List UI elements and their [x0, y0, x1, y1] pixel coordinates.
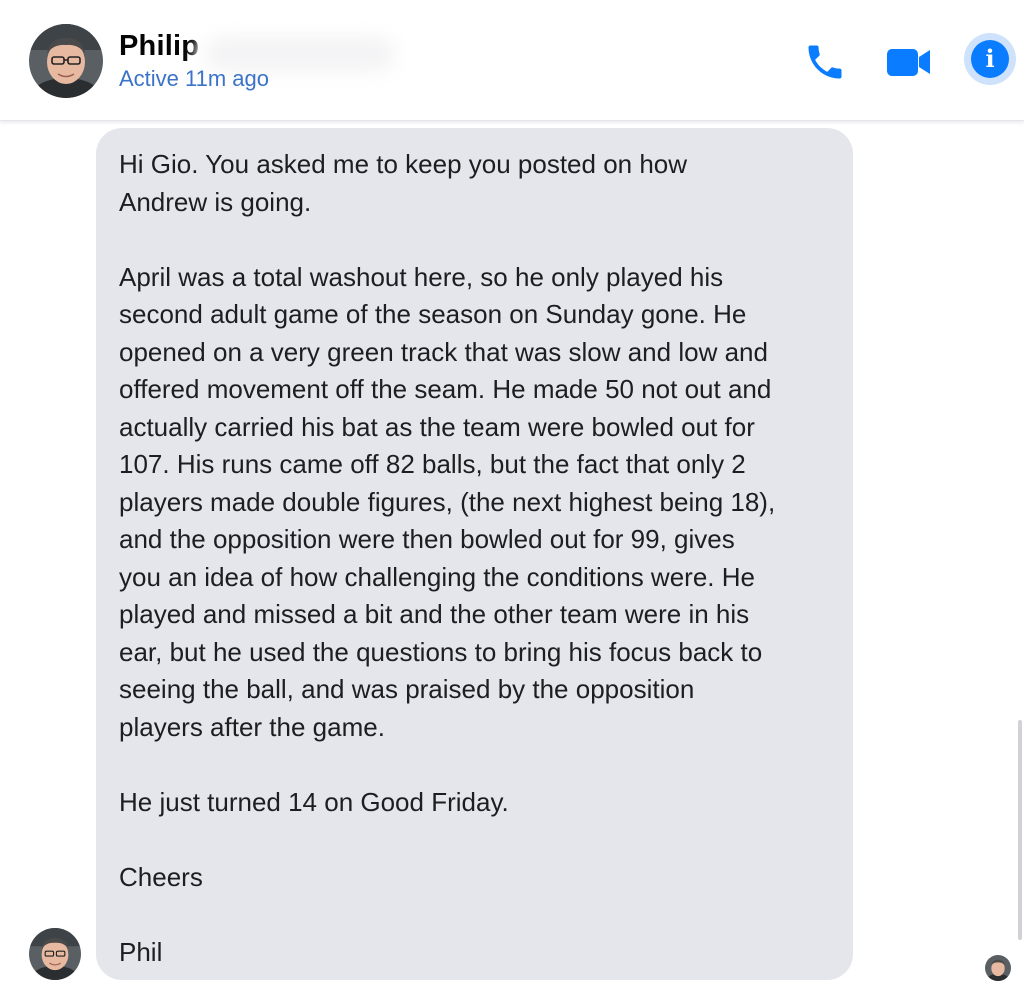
message-paragraph: Cheers	[119, 861, 203, 892]
sender-avatar[interactable]	[29, 928, 81, 980]
message-bubble[interactable]: Hi Gio. You asked me to keep you posted …	[96, 128, 853, 980]
scrollbar-thumb[interactable]	[1018, 720, 1022, 940]
video-camera-icon[interactable]	[884, 40, 934, 84]
active-status: Active 11m ago	[119, 66, 270, 91]
message-paragraph: April was a total washout here, so he on…	[119, 261, 776, 742]
message-paragraph: He just turned 14 on Good Friday.	[119, 786, 509, 817]
message-paragraph: Phil	[119, 936, 163, 967]
read-receipt-avatar	[985, 955, 1011, 981]
info-icon[interactable]: i	[964, 33, 1016, 85]
info-icon-circle: i	[971, 40, 1009, 78]
message-paragraph: Hi Gio. You asked me to keep you posted …	[119, 149, 688, 217]
contact-name[interactable]: Philip	[119, 30, 199, 63]
info-glyph: i	[985, 44, 995, 73]
conversation-header: Philip Active 11m ago i	[0, 0, 1024, 121]
phone-icon[interactable]	[802, 40, 848, 84]
contact-avatar[interactable]	[29, 24, 103, 98]
